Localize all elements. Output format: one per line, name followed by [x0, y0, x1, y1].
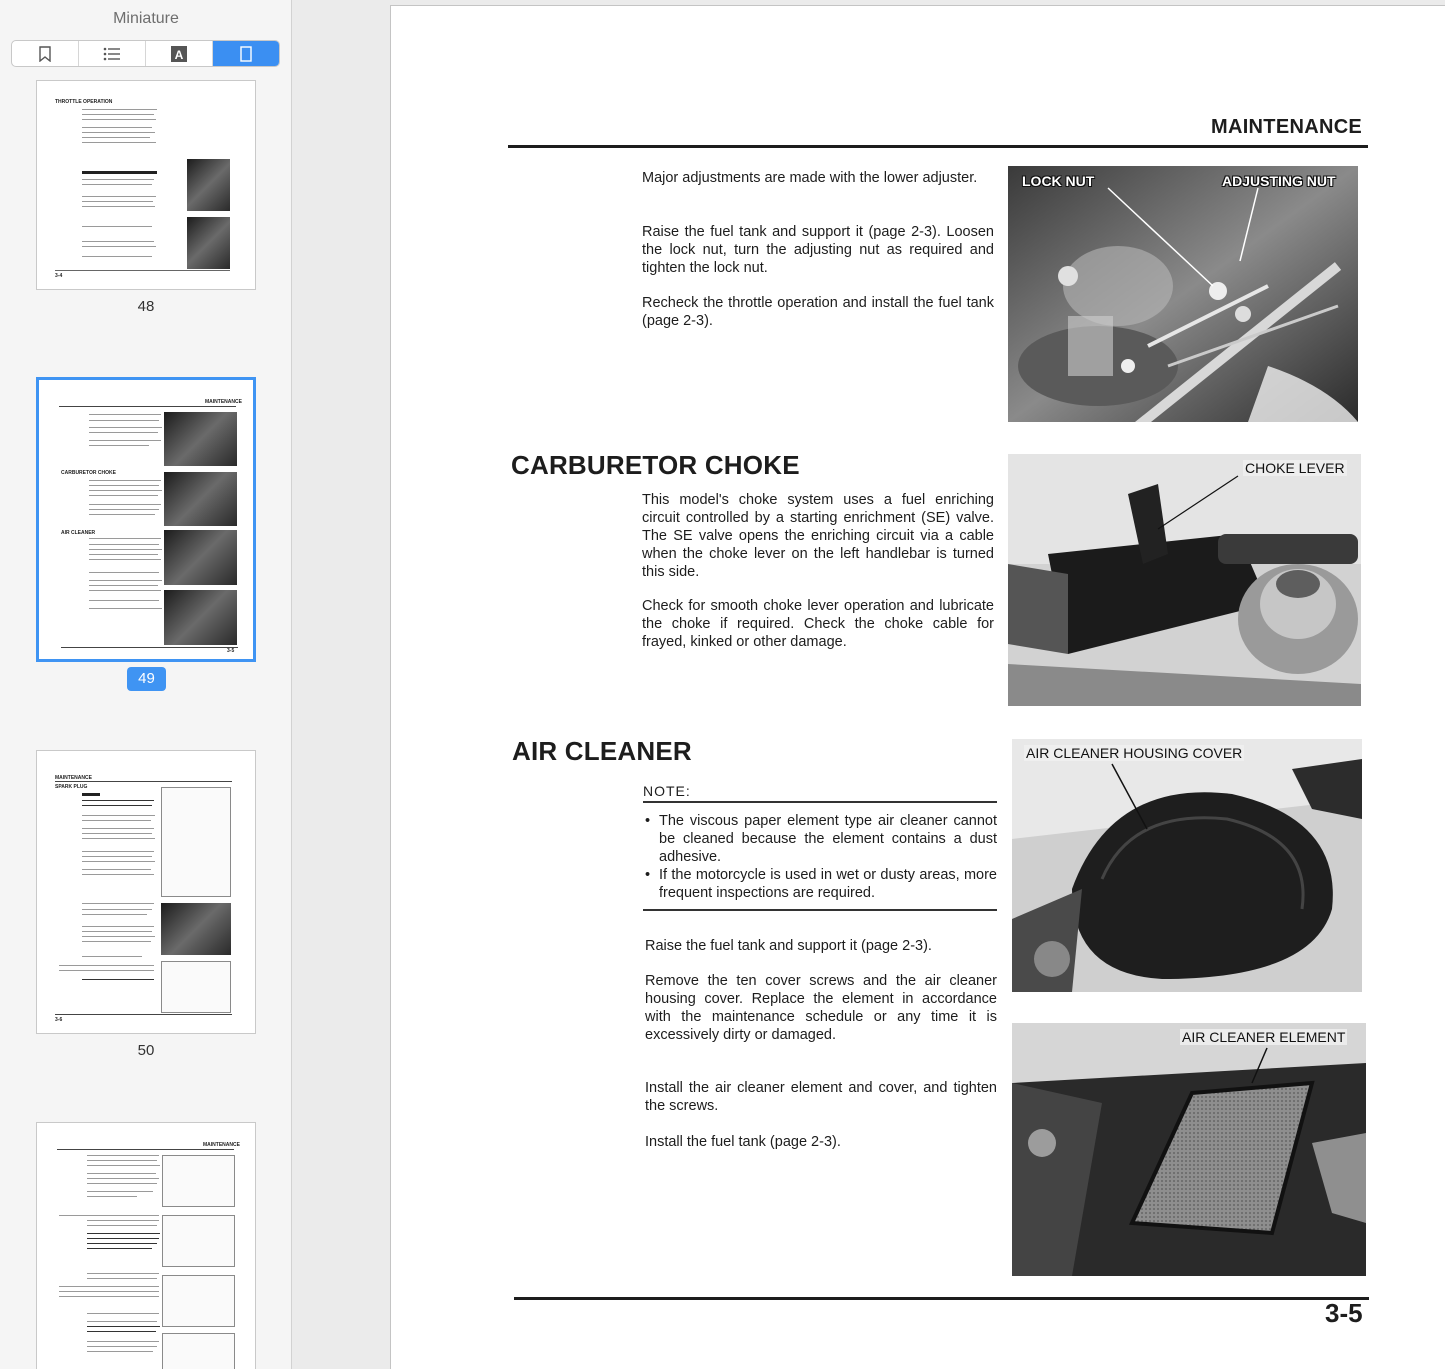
thumbnail-page-number: 48	[137, 298, 155, 315]
section-title-carburetor-choke: CARBURETOR CHOKE	[511, 450, 800, 480]
sidebar-view-switcher: A	[11, 40, 280, 67]
thumbnail-footer: 3-4	[55, 273, 63, 279]
footer-rule	[514, 1297, 1369, 1300]
intro-paragraph-1: Major adjustments are made with the lowe…	[642, 170, 978, 186]
air-cleaner-element-callout: AIR CLEANER ELEMENT	[1180, 1029, 1348, 1045]
page-thumbnail-48[interactable]: THROTTLE OPERATION 3-4	[36, 80, 256, 290]
air-cleaner-paragraph-3: Install the air cleaner element and cove…	[645, 1080, 997, 1114]
thumbnail-page-number-selected: 49	[127, 667, 166, 691]
page-thumbnail-50[interactable]: MAINTENANCE SPARK PLUG 3-6	[36, 750, 256, 1034]
intro-paragraph-2: Raise the fuel tank and support it (page…	[642, 224, 994, 276]
lock-nut-callout: LOCK NUT	[1022, 173, 1095, 189]
choke-paragraph-1: This model's choke system uses a fuel en…	[642, 492, 994, 580]
air-cleaner-housing-cover-callout: AIR CLEANER HOUSING COVER	[1024, 745, 1245, 761]
throttle-adjuster-photo: LOCK NUT ADJUSTING NUT	[1008, 166, 1358, 422]
thumbnail-footer: 3-6	[55, 1017, 63, 1023]
pdf-viewer-window: Miniature A THROTTLE OPERATION 3-4 48 MA…	[0, 0, 1445, 1369]
header-rule	[508, 145, 1368, 148]
note-top-rule	[643, 801, 997, 803]
page-thumbnail-51[interactable]: MAINTENANCE	[36, 1122, 256, 1369]
thumbnail-heading: MAINTENANCE	[203, 1142, 240, 1148]
svg-text:A: A	[175, 48, 184, 62]
document-page: MAINTENANCE Major adjustments are made w…	[390, 5, 1445, 1369]
choke-paragraph-2: Check for smooth choke lever operation a…	[642, 598, 994, 650]
choke-lever-callout: CHOKE LEVER	[1243, 460, 1347, 476]
thumbnail-sidebar: Miniature A THROTTLE OPERATION 3-4 48 MA…	[0, 0, 292, 1369]
page-header: MAINTENANCE	[1211, 116, 1363, 138]
outline-tab[interactable]	[79, 41, 146, 66]
choke-lever-photo: CHOKE LEVER	[1008, 454, 1361, 706]
thumbnail-heading: MAINTENANCE	[205, 399, 242, 405]
note-label: NOTE:	[643, 783, 691, 799]
thumbnail-heading: THROTTLE OPERATION	[55, 99, 113, 105]
note-bullet-2: If the motorcycle is used in wet or dust…	[645, 866, 997, 902]
adjusting-nut-callout: ADJUSTING NUT	[1222, 173, 1336, 189]
air-cleaner-paragraph-1: Raise the fuel tank and support it (page…	[645, 938, 932, 954]
air-cleaner-housing-photo: AIR CLEANER HOUSING COVER	[1012, 739, 1362, 992]
highlight-icon: A	[171, 45, 187, 62]
air-cleaner-paragraph-2: Remove the ten cover screws and the air …	[645, 973, 997, 1043]
list-icon	[103, 47, 120, 60]
sidebar-title: Miniature	[113, 10, 179, 27]
note-bullet-1: The viscous paper element type air clean…	[645, 812, 997, 866]
intro-paragraph-3: Recheck the throttle operation and insta…	[642, 295, 994, 329]
note-bottom-rule	[643, 909, 997, 911]
thumbnail-footer: 3-5	[227, 648, 235, 654]
page-thumbnail-49[interactable]: MAINTENANCE CARBURETOR CHOKE AIR CLEANER	[36, 377, 256, 662]
bookmark-icon	[39, 45, 51, 62]
annotations-tab[interactable]: A	[146, 41, 213, 66]
air-cleaner-element-photo: AIR CLEANER ELEMENT	[1012, 1023, 1366, 1276]
air-cleaner-paragraph-4: Install the fuel tank (page 2-3).	[645, 1134, 841, 1150]
page-icon	[240, 45, 252, 62]
bookmarks-tab[interactable]	[12, 41, 79, 66]
thumbnail-page-number: 50	[137, 1042, 155, 1059]
page-number: 3-5	[1325, 1298, 1363, 1328]
thumbnails-tab[interactable]	[213, 41, 279, 66]
section-title-air-cleaner: AIR CLEANER	[512, 736, 692, 766]
